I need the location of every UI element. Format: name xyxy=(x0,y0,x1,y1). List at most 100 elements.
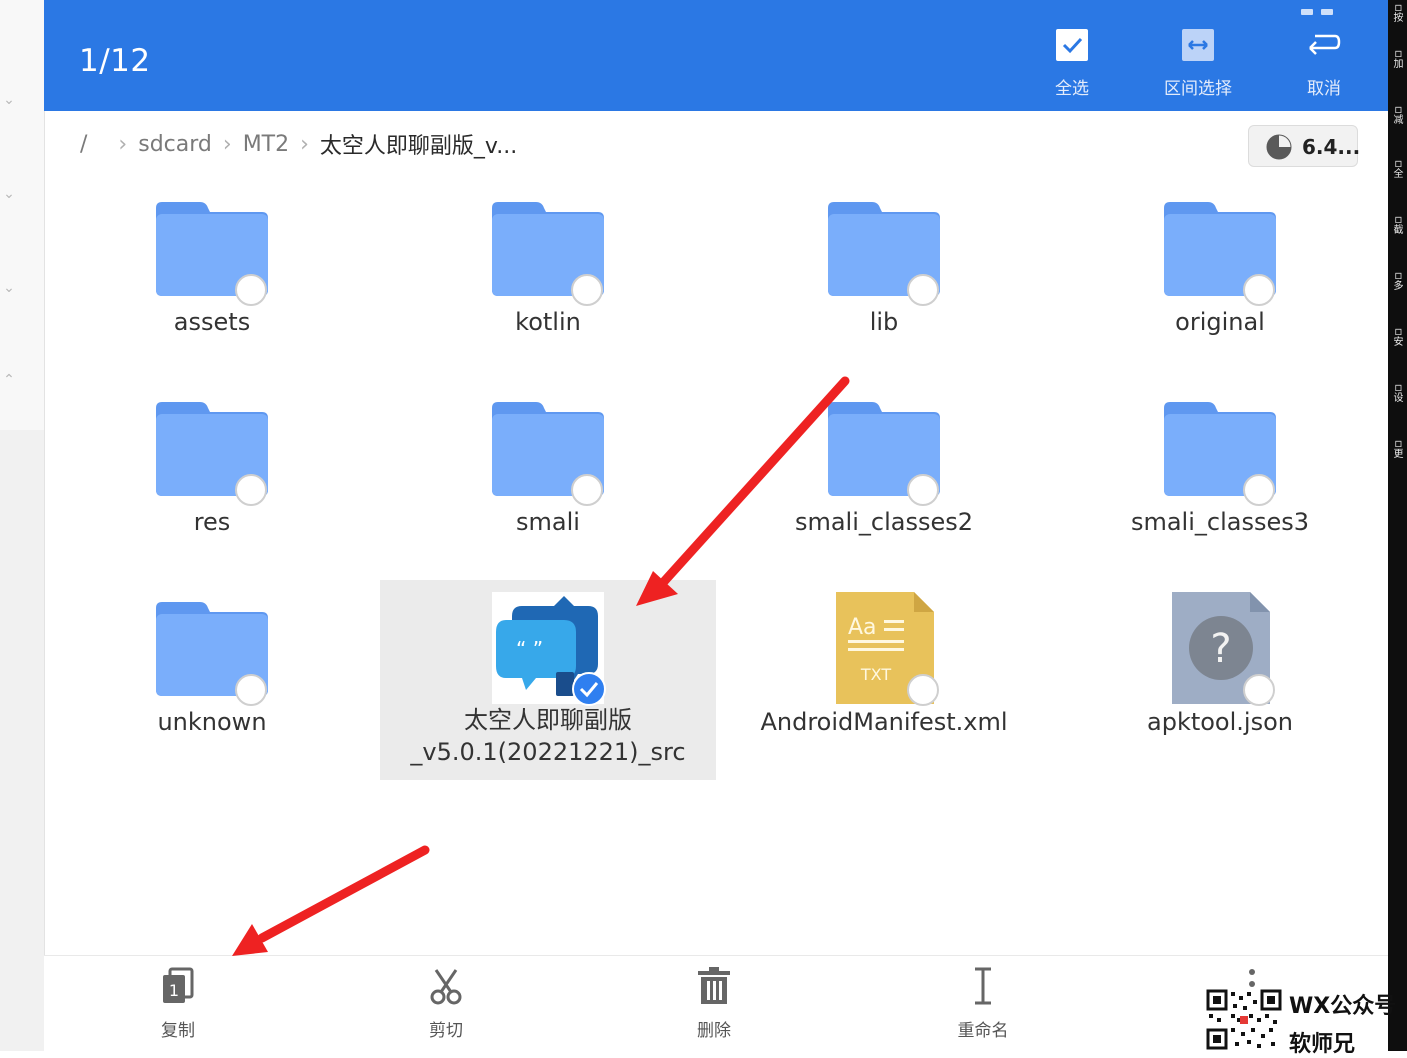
chevron-right-icon: › xyxy=(300,131,309,157)
select-circle[interactable] xyxy=(235,674,267,706)
select-circle[interactable] xyxy=(571,274,603,306)
chevron-down-icon[interactable]: ⌄ xyxy=(2,280,16,296)
file-name: kotlin xyxy=(515,308,581,336)
qr-code-image xyxy=(1205,988,1283,1051)
dock-item[interactable]: ▫ 多 xyxy=(1390,268,1407,292)
select-all-label: 全选 xyxy=(1055,79,1089,99)
delete-button[interactable]: 删除 xyxy=(654,966,774,1041)
dock-icon: ▫ xyxy=(1394,0,1403,14)
rename-label: 重命名 xyxy=(957,1021,1009,1041)
select-circle[interactable] xyxy=(1243,474,1275,506)
select-circle[interactable] xyxy=(907,474,939,506)
storage-usage-button[interactable]: 6.4... xyxy=(1248,125,1361,167)
undo-icon xyxy=(1309,34,1341,55)
watermark-line1: WX公众号 xyxy=(1289,994,1397,1019)
breadcrumb-current[interactable]: 太空人即聊副版_v... xyxy=(320,128,517,160)
dock-icon: ▫ xyxy=(1394,268,1403,282)
range-select-label: 区间选择 xyxy=(1164,79,1232,99)
dock-item[interactable]: ▫ 安 xyxy=(1390,325,1407,348)
svg-text:“ ”: “ ” xyxy=(516,637,543,661)
file-name: unknown xyxy=(157,708,267,736)
chevron-right-icon: › xyxy=(118,131,128,157)
red-arrow-to-copy-button xyxy=(232,845,430,956)
breadcrumb: / › sdcard › MT2 › 太空人即聊副版_v... xyxy=(80,128,517,164)
select-circle[interactable] xyxy=(1243,274,1275,306)
dock-label: 按 xyxy=(1393,13,1404,24)
dock-icon: ▫ xyxy=(1394,46,1403,60)
chevron-down-icon[interactable]: ⌄ xyxy=(2,92,16,108)
breadcrumb-item-mt2[interactable]: MT2 xyxy=(243,132,289,157)
file-item-assets[interactable]: assets xyxy=(44,180,380,380)
bottom-toolbar: 1 复制 剪切 删除 重命名 xyxy=(44,955,1388,1052)
select-circle[interactable] xyxy=(235,474,267,506)
trash-icon xyxy=(698,967,730,1004)
dock-label: 减 xyxy=(1393,115,1404,126)
file-item-smali[interactable]: smali xyxy=(380,380,716,580)
storage-label: 6.4... xyxy=(1302,135,1361,159)
copy-label: 复制 xyxy=(161,1021,195,1041)
select-circle[interactable] xyxy=(235,274,267,306)
cancel-button[interactable]: 取消 xyxy=(1269,28,1379,99)
file-item-smali-classes3[interactable]: smali_classes3 xyxy=(1052,380,1388,580)
svg-text:1: 1 xyxy=(169,981,179,1000)
pie-chart-icon xyxy=(1266,134,1292,160)
dock-label: 安 xyxy=(1393,337,1404,348)
scissors-icon xyxy=(430,969,462,1005)
svg-text:?: ? xyxy=(1210,626,1231,672)
selection-header: 1/12 全选 区间选择 取消 xyxy=(44,0,1388,111)
file-name: 太空人即聊副版 _v5.0.1(20221221)_src xyxy=(410,706,686,766)
breadcrumb-root[interactable]: / xyxy=(80,132,87,157)
dock-item[interactable]: ▫ 全 xyxy=(1390,156,1407,180)
dock-icon: ▫ xyxy=(1394,436,1403,450)
cancel-label: 取消 xyxy=(1307,79,1341,99)
file-item-original[interactable]: original xyxy=(1052,180,1388,380)
file-item-unknown[interactable]: unknown xyxy=(44,580,380,780)
checkbox-icon xyxy=(1056,29,1088,61)
selection-count: 1/12 xyxy=(79,43,151,79)
dock-label: 加 xyxy=(1393,59,1404,70)
dock-label: 设 xyxy=(1393,393,1404,404)
dock-item[interactable]: ▫ 设 xyxy=(1390,380,1407,404)
dock-item[interactable]: ▫ 截 xyxy=(1390,213,1407,236)
file-name: assets xyxy=(173,308,251,336)
file-name: lib xyxy=(869,308,899,336)
dock-icon: ▫ xyxy=(1394,380,1403,394)
file-name: smali_classes3 xyxy=(1130,508,1310,536)
file-item-smali-classes2[interactable]: smali_classes2 xyxy=(716,380,1052,580)
file-item-res[interactable]: res xyxy=(44,380,380,580)
select-circle[interactable] xyxy=(571,474,603,506)
range-icon xyxy=(1182,29,1214,61)
dock-label: 多 xyxy=(1393,281,1404,292)
select-all-button[interactable]: 全选 xyxy=(1017,28,1127,99)
svg-text:TXT: TXT xyxy=(860,665,891,684)
dock-item[interactable]: ▫ 按 xyxy=(1390,0,1407,24)
file-item-lib[interactable]: lib xyxy=(716,180,1052,380)
copy-button[interactable]: 1 复制 xyxy=(118,966,238,1041)
dock-label: 全 xyxy=(1393,169,1404,180)
range-select-button[interactable]: 区间选择 xyxy=(1143,28,1253,99)
file-item-androidmanifest-xml[interactable]: Aa TXT AndroidManifest.xml xyxy=(716,580,1052,780)
side-dock: ▫ 按 ▫ 加 ▫ 减 ▫ 全 ▫ 截 ▫ 多 ▫ 安 ▫ 设 ▫ 更 xyxy=(1388,0,1407,1051)
dock-item[interactable]: ▫ 更 xyxy=(1390,436,1407,460)
rename-button[interactable]: 重命名 xyxy=(923,966,1043,1041)
breadcrumb-item-sdcard[interactable]: sdcard xyxy=(138,132,212,157)
dock-label: 截 xyxy=(1393,225,1404,236)
file-item-kotlin[interactable]: kotlin xyxy=(380,180,716,380)
cut-label: 剪切 xyxy=(429,1021,463,1041)
select-circle[interactable] xyxy=(907,674,939,706)
checked-icon[interactable] xyxy=(572,672,606,706)
chevron-up-icon[interactable]: ⌃ xyxy=(2,372,16,388)
file-name: smali_classes2 xyxy=(794,508,974,536)
file-item-item-9[interactable]: “ ” 太空人即聊副版 _v5.0.1(20221221)_src xyxy=(380,580,716,780)
dock-icon: ▫ xyxy=(1394,156,1403,170)
cut-button[interactable]: 剪切 xyxy=(386,966,506,1041)
left-panel-upper xyxy=(0,0,44,430)
select-circle[interactable] xyxy=(1243,674,1275,706)
file-item-apktool-json[interactable]: ? apktool.json xyxy=(1052,580,1388,780)
select-circle[interactable] xyxy=(907,274,939,306)
dock-item[interactable]: ▫ 加 xyxy=(1390,46,1407,70)
dock-item[interactable]: ▫ 减 xyxy=(1390,103,1407,126)
delete-label: 删除 xyxy=(697,1021,731,1041)
chevron-down-icon[interactable]: ⌄ xyxy=(2,186,16,202)
dock-label: 更 xyxy=(1393,449,1404,460)
